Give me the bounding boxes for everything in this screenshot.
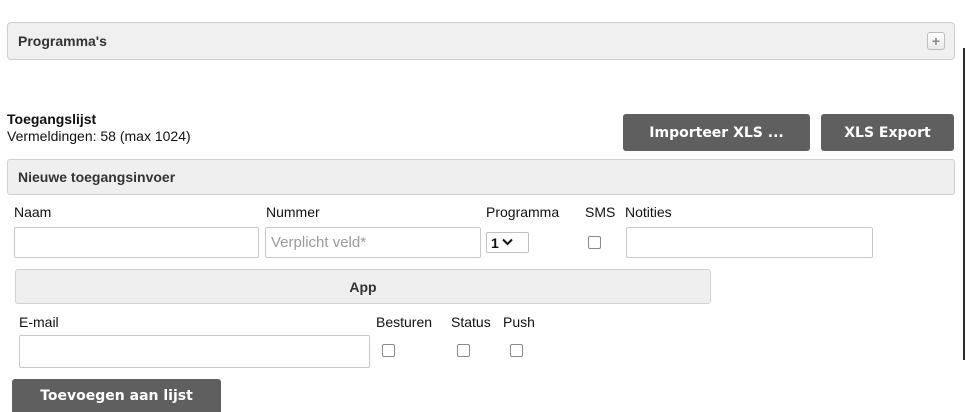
scrollbar-edge	[963, 48, 965, 360]
name-input[interactable]	[14, 227, 259, 258]
notes-label: Notities	[625, 204, 672, 220]
number-label: Nummer	[266, 204, 320, 220]
access-list-title: Toegangslijst	[7, 111, 97, 127]
notes-input[interactable]	[626, 227, 873, 258]
sms-checkbox[interactable]	[588, 236, 601, 249]
new-entry-header: Nieuwe toegangsinvoer	[7, 159, 955, 195]
control-label: Besturen	[376, 314, 433, 330]
import-xls-button[interactable]: Importeer XLS ...	[623, 114, 810, 151]
push-label: Push	[503, 314, 535, 330]
status-label: Status	[451, 314, 491, 330]
program-label: Programma	[486, 204, 560, 220]
name-label: Naam	[14, 204, 52, 220]
programmas-panel-header[interactable]: Programma's +	[7, 22, 955, 60]
programmas-panel-title: Programma's	[18, 33, 107, 49]
status-checkbox[interactable]	[457, 344, 470, 357]
email-label: E-mail	[19, 314, 59, 330]
chevron-down-icon	[502, 237, 513, 249]
program-select-value: 1	[491, 234, 499, 251]
app-section-header: App	[15, 269, 711, 304]
plus-icon[interactable]: +	[927, 32, 945, 50]
number-input[interactable]	[265, 227, 481, 258]
control-checkbox[interactable]	[382, 344, 395, 357]
new-entry-title: Nieuwe toegangsinvoer	[18, 169, 176, 185]
xls-export-button[interactable]: XLS Export	[821, 114, 954, 151]
entries-count: Vermeldingen: 58 (max 1024)	[7, 128, 191, 144]
add-to-list-button[interactable]: Toevoegen aan lijst	[12, 379, 221, 412]
push-checkbox[interactable]	[510, 344, 523, 357]
program-select[interactable]: 1	[486, 232, 529, 253]
email-input[interactable]	[19, 335, 370, 368]
sms-label: SMS	[585, 204, 616, 220]
